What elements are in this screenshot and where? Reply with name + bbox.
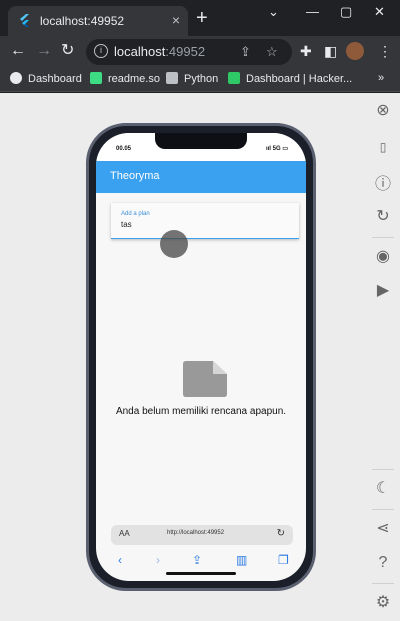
profile-avatar[interactable] [346, 42, 364, 60]
star-icon[interactable]: ☆ [266, 44, 278, 60]
app-bar: Theoryma [96, 161, 306, 193]
status-network: ııl 5G ▭ [265, 146, 288, 152]
camera-icon[interactable]: ◉ [373, 247, 393, 267]
flutter-icon [20, 14, 29, 27]
share-icon[interactable]: ⇪ [240, 44, 251, 60]
globe-icon [10, 72, 22, 84]
minimize-button[interactable]: — [306, 4, 319, 19]
new-tab-button[interactable]: + [196, 8, 208, 28]
rotate-icon[interactable]: ↻ [373, 207, 393, 227]
status-time: 00.05 [116, 146, 132, 152]
side-panel-icon[interactable]: ◧ [324, 43, 337, 60]
empty-note-icon [183, 361, 227, 397]
browser-tab[interactable]: localhost:49952 × [8, 6, 188, 36]
device-new-icon[interactable]: ▯ [373, 137, 393, 157]
device-preview-toolbar: ⊗ ▯ ⓘ ↻ ◉ ▶ ☾ ⋖ ? ⚙ [366, 93, 400, 621]
safari-forward-icon[interactable]: › [156, 553, 160, 567]
safari-share-icon[interactable]: ⇪ [192, 553, 202, 567]
tab-search-button[interactable]: ⌄ [268, 4, 279, 20]
close-circle-icon[interactable]: ⊗ [373, 101, 393, 121]
url-text: localhost:49952 [114, 44, 206, 59]
phone-frame: 00.05 ııl 5G ▭ Theoryma Add a plan tas A… [86, 123, 316, 591]
touch-indicator [160, 230, 188, 258]
share-nodes-icon[interactable]: ⋖ [373, 519, 393, 539]
tab-close-button[interactable]: × [172, 12, 180, 28]
app-title: Theoryma [110, 170, 160, 182]
safari-toolbar: ‹ › ⇪ ▥ ❐ [96, 553, 306, 569]
browser-toolbar: ← → ↻ i localhost:49952 ⇪ ☆ ✚ ◧ ⋮ [0, 36, 400, 68]
add-plan-label: Add a plan [121, 211, 150, 217]
close-window-button[interactable]: ✕ [374, 4, 385, 20]
help-icon[interactable]: ? [373, 553, 393, 573]
safari-reload-icon[interactable]: ↻ [277, 528, 285, 539]
safari-tabs-icon[interactable]: ❐ [278, 553, 289, 567]
back-icon[interactable]: ← [10, 42, 26, 60]
status-bar: 00.05 ııl 5G ▭ [96, 133, 306, 161]
phone-notch [155, 133, 247, 149]
safari-address-bar[interactable]: AA http://localhost:49952 ↻ [111, 525, 293, 545]
video-icon[interactable]: ▶ [373, 281, 393, 301]
browser-titlebar: localhost:49952 × + ⌄ — ▢ ✕ [0, 0, 400, 36]
bookmark-hackerrank[interactable]: Dashboard | Hacker... [228, 72, 352, 85]
hackerrank-icon [228, 72, 240, 84]
page-area: 00.05 ııl 5G ▭ Theoryma Add a plan tas A… [0, 93, 400, 621]
info-icon[interactable]: i [94, 44, 108, 58]
reload-icon[interactable]: ↻ [61, 42, 74, 60]
bookmark-dashboard[interactable]: Dashboard [10, 72, 82, 85]
add-plan-value[interactable]: tas [121, 220, 132, 229]
safari-back-icon[interactable]: ‹ [118, 553, 122, 567]
text-size-button[interactable]: AA [119, 529, 130, 538]
add-plan-field[interactable]: Add a plan tas [111, 203, 299, 239]
safari-url: http://localhost:49952 [167, 530, 225, 536]
settings-icon[interactable]: ⚙ [373, 593, 393, 613]
forward-icon[interactable]: → [36, 42, 52, 60]
address-bar[interactable]: i localhost:49952 ⇪ ☆ [86, 39, 292, 65]
menu-icon[interactable]: ⋮ [378, 43, 392, 60]
maximize-button[interactable]: ▢ [340, 4, 352, 20]
phone-screen: 00.05 ııl 5G ▭ Theoryma Add a plan tas A… [96, 133, 306, 581]
dark-mode-icon[interactable]: ☾ [373, 479, 393, 499]
safari-bookmarks-icon[interactable]: ▥ [236, 553, 247, 567]
bookmarks-bar: Dashboard readme.so Python Dashboard | H… [0, 68, 400, 92]
bookmark-python[interactable]: Python [166, 72, 218, 85]
empty-state-message: Anda belum memiliki rencana apapun. [115, 406, 287, 417]
bookmark-readme[interactable]: readme.so [90, 72, 160, 85]
readme-icon [90, 72, 102, 84]
tab-title: localhost:49952 [40, 14, 125, 28]
more-bookmarks-button[interactable]: » [378, 72, 384, 84]
extensions-icon[interactable]: ✚ [300, 43, 312, 60]
home-indicator [166, 572, 236, 575]
info-circle-icon[interactable]: ⓘ [373, 175, 393, 195]
python-icon [166, 72, 178, 84]
